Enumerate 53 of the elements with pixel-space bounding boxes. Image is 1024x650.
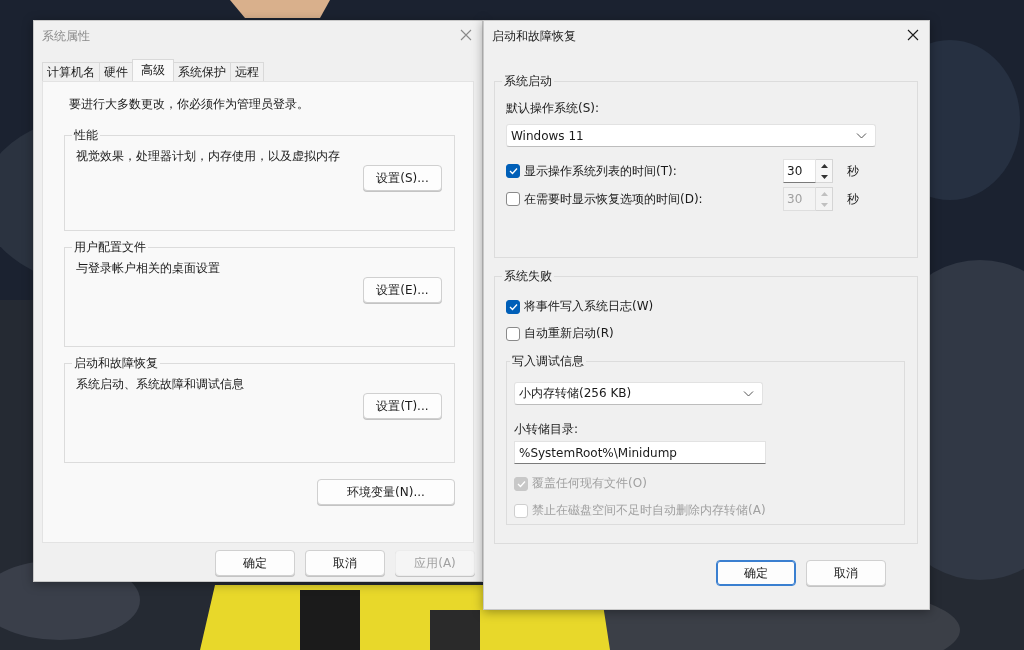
checkbox[interactable] <box>506 164 520 178</box>
group-title: 写入调试信息 <box>511 353 585 370</box>
tab[interactable]: 远程 <box>230 62 264 81</box>
dialog-button[interactable]: 取消 <box>305 550 385 576</box>
group-title: 启动和故障恢复 <box>73 355 159 372</box>
window-title: 系统属性 <box>42 27 90 45</box>
group-title: 性能 <box>73 127 99 144</box>
dialog-button[interactable]: 确定 <box>215 550 295 576</box>
dialog-button[interactable]: 确定 <box>716 560 796 586</box>
tab[interactable]: 高级 <box>132 59 174 81</box>
field-label: 小转储目录: <box>514 421 580 438</box>
field-label: 默认操作系统(S): <box>506 100 601 117</box>
chevron-down-icon <box>743 390 754 397</box>
os-select[interactable]: Windows 11 <box>506 124 876 147</box>
tab[interactable]: 硬件 <box>99 62 133 81</box>
checkbox[interactable] <box>506 326 520 341</box>
seconds-field[interactable]: 30 <box>783 159 816 183</box>
checkbox-label: 将事件写入系统日志(W) <box>524 298 654 315</box>
environment-variables-button[interactable]: 环境变量(N)... <box>317 479 455 505</box>
chevron-down-icon <box>856 132 867 139</box>
dump-type-select[interactable]: 小内存转储(256 KB) <box>514 382 763 405</box>
tab[interactable]: 系统保护 <box>173 62 231 81</box>
checkbox-label: 自动重新启动(R) <box>524 325 614 342</box>
checkbox-label: 禁止在磁盘空间不足时自动删除内存转储(A) <box>532 502 766 519</box>
window-title: 启动和故障恢复 <box>492 27 576 45</box>
select-value: 小内存转储(256 KB) <box>519 385 632 402</box>
settings-button[interactable]: 设置(S)... <box>363 165 442 191</box>
dump-directory-field[interactable]: %SystemRoot%\Minidump <box>514 441 766 464</box>
notice-text: 要进行大多数更改，你必须作为管理员登录。 <box>69 96 310 113</box>
dialog-button[interactable]: 取消 <box>806 560 886 586</box>
group-description: 视觉效果，处理器计划，内存使用，以及虚拟内存 <box>76 148 341 165</box>
checkbox-label: 覆盖任何现有文件(O) <box>532 475 647 492</box>
checkbox[interactable] <box>506 299 520 314</box>
unit-label: 秒 <box>847 190 860 208</box>
down-triangle-icon <box>820 174 828 179</box>
settings-button[interactable]: 设置(T)... <box>363 393 442 419</box>
up-triangle-icon <box>820 191 828 196</box>
tab[interactable]: 计算机名 <box>42 62 100 81</box>
group-title: 系统启动 <box>503 73 553 90</box>
group-description: 与登录帐户相关的桌面设置 <box>76 260 221 277</box>
select-value: Windows 11 <box>511 128 584 143</box>
up-triangle-icon <box>820 163 828 168</box>
close-button[interactable] <box>907 29 921 43</box>
unit-label: 秒 <box>847 162 860 180</box>
close-icon <box>460 29 472 41</box>
close-icon <box>907 29 919 41</box>
group-title: 系统失败 <box>503 268 553 285</box>
settings-button[interactable]: 设置(E)... <box>363 277 442 303</box>
checkbox-label: 显示操作系统列表的时间(T): <box>524 162 677 180</box>
group-title: 用户配置文件 <box>73 239 147 256</box>
checkbox-label: 在需要时显示恢复选项的时间(D): <box>524 190 703 208</box>
group-description: 系统启动、系统故障和调试信息 <box>76 376 245 393</box>
down-triangle-icon <box>820 202 828 207</box>
